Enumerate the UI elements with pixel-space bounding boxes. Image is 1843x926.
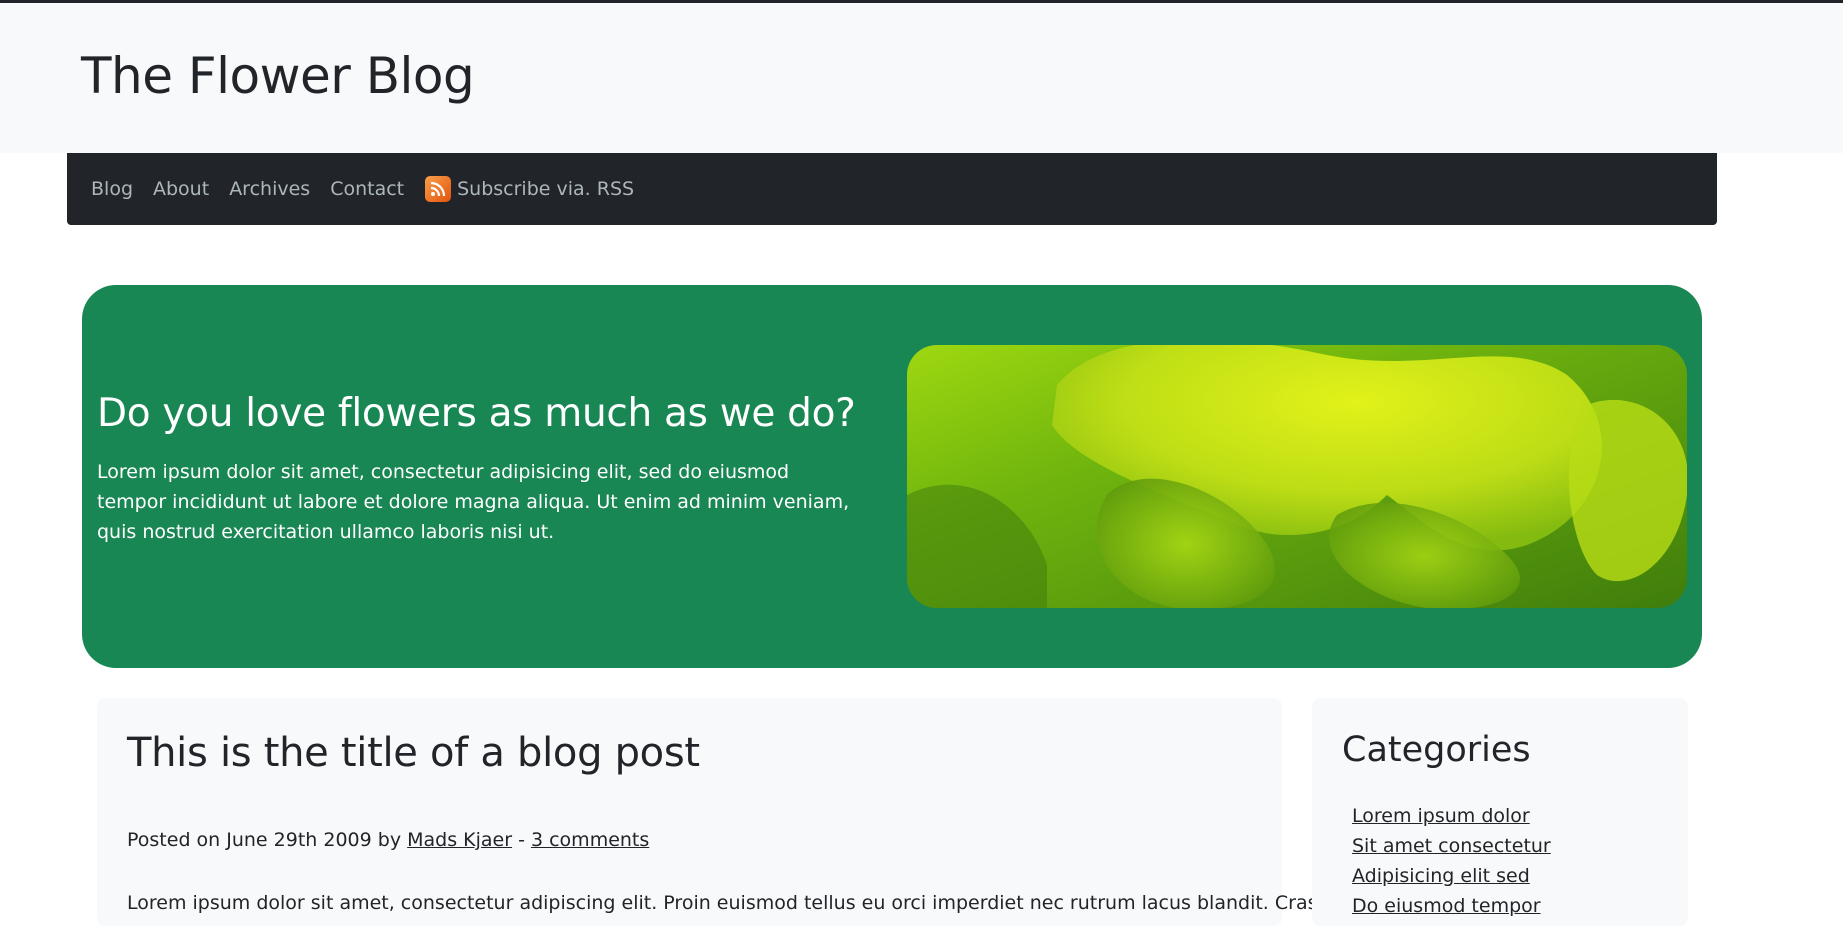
- hero-banner: Do you love flowers as much as we do? Lo…: [82, 285, 1702, 668]
- post-author-link[interactable]: Mads Kjaer: [407, 829, 512, 851]
- site-title[interactable]: The Flower Blog: [81, 47, 475, 105]
- list-item: Lorem ipsum dolor: [1352, 801, 1551, 831]
- rss-label: Subscribe via. RSS: [457, 178, 635, 200]
- rss-icon: [425, 176, 452, 202]
- nav-link-archives[interactable]: Archives: [229, 178, 310, 200]
- post-title[interactable]: This is the title of a blog post: [127, 730, 700, 776]
- hero-heading: Do you love flowers as much as we do?: [97, 391, 856, 436]
- post-meta-separator: -: [512, 829, 531, 851]
- main-navbar: Blog About Archives Contact Subscribe vi…: [67, 153, 1717, 225]
- post-meta: Posted on June 29th 2009 by Mads Kjaer -…: [127, 829, 649, 851]
- categories-list: Lorem ipsum dolor Sit amet consectetur A…: [1352, 801, 1551, 921]
- list-item: Sit amet consectetur: [1352, 831, 1551, 861]
- post-comments-link[interactable]: 3 comments: [531, 829, 649, 851]
- hero-text: Lorem ipsum dolor sit amet, consectetur …: [97, 461, 850, 543]
- post-meta-date: Posted on June 29th 2009 by: [127, 829, 408, 851]
- hero-flower-image: [907, 345, 1687, 608]
- nav-link-about[interactable]: About: [153, 178, 209, 200]
- list-item: Adipisicing elit sed: [1352, 861, 1551, 891]
- category-link[interactable]: Adipisicing elit sed: [1352, 865, 1530, 887]
- category-link[interactable]: Do eiusmod tempor: [1352, 895, 1541, 917]
- categories-sidebar: Categories Lorem ipsum dolor Sit amet co…: [1312, 698, 1688, 926]
- nav-link-contact[interactable]: Contact: [330, 178, 404, 200]
- list-item: Do eiusmod tempor: [1352, 891, 1551, 921]
- site-header: The Flower Blog: [0, 3, 1843, 153]
- post-body: Lorem ipsum dolor sit amet, consectetur …: [127, 892, 1318, 914]
- category-link[interactable]: Sit amet consectetur: [1352, 835, 1551, 857]
- categories-title: Categories: [1342, 730, 1531, 770]
- nav-link-rss[interactable]: Subscribe via. RSS: [424, 176, 634, 202]
- category-link[interactable]: Lorem ipsum dolor: [1352, 805, 1530, 827]
- blog-post-card: This is the title of a blog post Posted …: [97, 698, 1318, 926]
- nav-link-blog[interactable]: Blog: [91, 178, 133, 200]
